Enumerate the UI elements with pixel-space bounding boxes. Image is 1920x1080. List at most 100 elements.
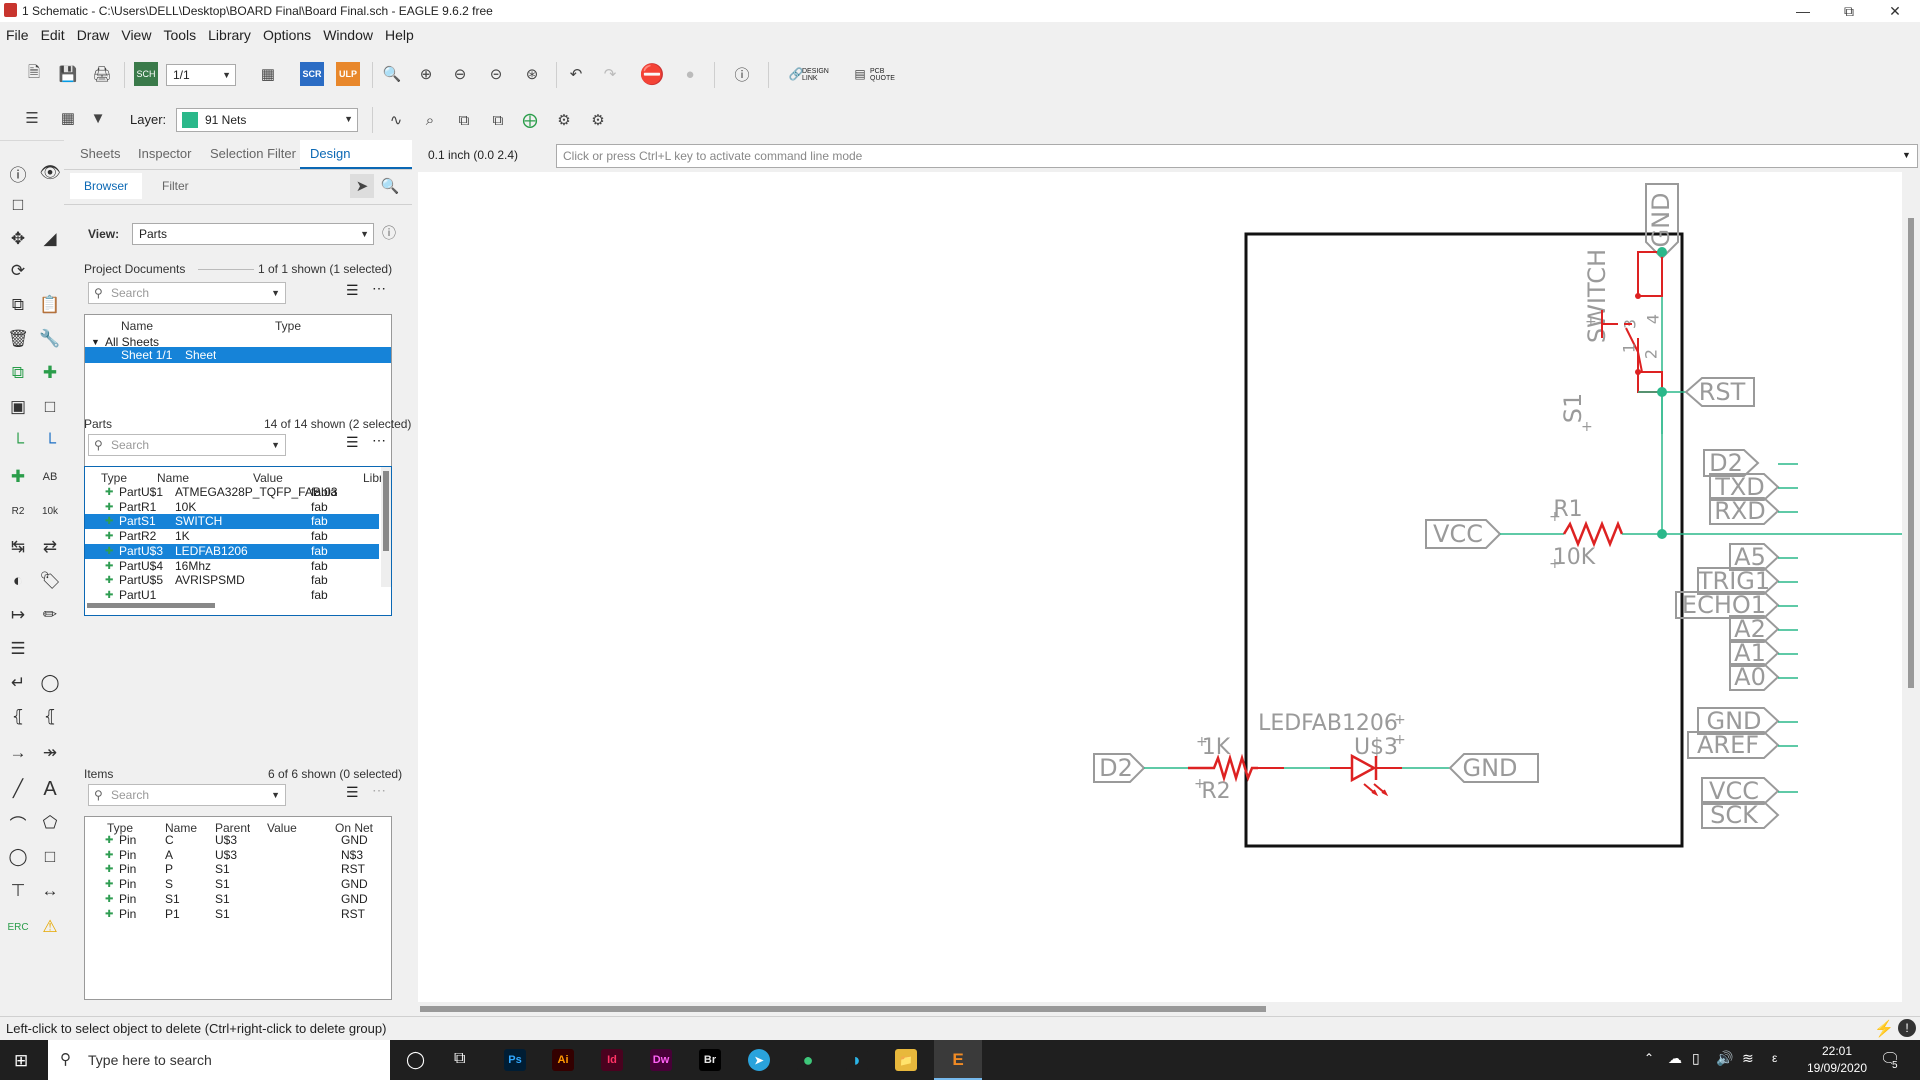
zoom-to-icon[interactable]: 🔍 xyxy=(378,174,402,198)
tab-selection-filter[interactable]: Selection Filter xyxy=(200,140,306,167)
copy-icon[interactable]: ⧉ xyxy=(5,292,31,318)
list-options-icon[interactable]: ☰ xyxy=(346,434,359,451)
language-icon[interactable]: ε xyxy=(1772,1051,1777,1065)
table-row[interactable]: ✚ Part U$4 16Mhz fab xyxy=(85,559,379,574)
warning-icon[interactable]: ⚠ xyxy=(37,914,63,940)
table-row[interactable]: ✚ Part U$3 LEDFAB1206 fab xyxy=(85,543,379,559)
move-icon[interactable]: ✥ xyxy=(5,226,31,252)
value-icon[interactable]: 10k xyxy=(37,498,63,524)
windows-start-icon[interactable]: ⊞ xyxy=(14,1051,28,1071)
a0-label[interactable]: A0 xyxy=(1734,663,1766,691)
command-history-arrow-icon[interactable]: ▼ xyxy=(1902,150,1911,160)
new-file-icon[interactable]: 🗎 xyxy=(22,62,46,86)
junction-icon[interactable]: ✚ xyxy=(5,464,31,490)
taskbar-search-box[interactable]: ⚲ Type here to search xyxy=(48,1040,390,1080)
change-icon[interactable]: ✏ xyxy=(37,602,63,628)
text-icon[interactable]: A xyxy=(37,776,63,802)
zoom-redraw-icon[interactable]: ⊝ xyxy=(484,62,508,86)
group-icon[interactable]: ⦃ xyxy=(5,704,31,730)
subtab-filter[interactable]: Filter xyxy=(148,173,203,199)
invoke-icon[interactable]: ▣ xyxy=(5,394,31,420)
name-icon[interactable]: R2 xyxy=(5,498,31,524)
lightning-icon[interactable]: ⚡ xyxy=(1874,1019,1894,1039)
clock-time[interactable]: 22:01 xyxy=(1804,1044,1870,1058)
canvas-hscroll[interactable] xyxy=(418,1002,1902,1016)
list-options-icon[interactable]: ☰ xyxy=(346,282,359,299)
items-search[interactable]: ⚲ Search ▼ xyxy=(88,784,286,806)
pinswap-icon[interactable]: ↦ xyxy=(5,602,31,628)
stop-icon[interactable]: ⛔ xyxy=(640,62,665,86)
options-gear-icon[interactable]: ⚙ xyxy=(586,108,610,132)
photoshop-icon[interactable]: Ps xyxy=(504,1049,526,1071)
view-help-icon[interactable]: ⓘ xyxy=(382,223,396,243)
vcc-left-label[interactable]: VCC xyxy=(1433,520,1483,548)
menu-options[interactable]: Options xyxy=(257,27,317,43)
replace-icon[interactable]: ✚ xyxy=(37,360,63,386)
attribute-icon[interactable]: 🏷 xyxy=(37,568,63,594)
table-row[interactable]: ✚ Part R2 1K fab xyxy=(85,529,379,544)
tab-sheets[interactable]: Sheets xyxy=(70,140,130,167)
menu-window[interactable]: Window xyxy=(317,27,379,43)
menu-library[interactable]: Library xyxy=(202,27,257,43)
frame-icon[interactable]: ⊤ xyxy=(5,878,31,904)
line-icon[interactable]: ╱ xyxy=(5,776,31,802)
pcb-quote-icon[interactable]: ▤ xyxy=(848,62,872,86)
restore-button[interactable]: ⧉ xyxy=(1826,0,1872,22)
group-select-icon[interactable]: ⧉ xyxy=(486,108,510,132)
rotate-icon[interactable]: ⟳ xyxy=(5,258,31,284)
battery-icon[interactable]: ▯ xyxy=(1692,1050,1700,1067)
led-value-label[interactable]: LEDFAB1206 xyxy=(1258,711,1398,736)
arrange-icon[interactable]: → xyxy=(5,740,31,766)
route-icon[interactable]: ↠ xyxy=(37,740,63,766)
file-explorer-icon[interactable]: 📁 xyxy=(895,1049,917,1071)
show-eye-icon[interactable]: 👁 xyxy=(37,160,63,186)
wire-bend-icon[interactable]: ∿ xyxy=(384,108,408,132)
split-icon[interactable]: ↹ xyxy=(5,534,31,560)
add-net-icon[interactable]: ⨁ xyxy=(518,108,542,132)
dimension-icon[interactable]: ◯ xyxy=(37,670,63,696)
volume-icon[interactable]: 🔊 xyxy=(1716,1050,1733,1067)
zoom-fit-icon[interactable]: 🔍 xyxy=(380,62,404,86)
ulp-icon[interactable]: ULP xyxy=(336,62,360,86)
clock-date[interactable]: 19/09/2020 xyxy=(1802,1061,1872,1075)
schematic-canvas[interactable]: GND SWITCH S1 + + 3 4 1 2 RST D2 TXD RXD… xyxy=(418,172,1902,1002)
zoom-in-icon[interactable]: ⊕ xyxy=(414,62,438,86)
table-row[interactable]: ✚ Part S1 SWITCH fab xyxy=(85,514,379,530)
d2-left-label[interactable]: D2 xyxy=(1099,754,1133,782)
redo-icon[interactable]: ↷ xyxy=(598,62,622,86)
menu-edit[interactable]: Edit xyxy=(35,27,71,43)
junction-gnd[interactable] xyxy=(1657,247,1667,257)
minimize-button[interactable]: — xyxy=(1780,0,1826,22)
edge-icon[interactable]: ◗ xyxy=(846,1049,868,1071)
menu-tools[interactable]: Tools xyxy=(157,27,202,43)
maps-pin-icon[interactable]: ● xyxy=(797,1049,819,1071)
grid-icon[interactable]: ▦ xyxy=(56,106,80,130)
layer-select[interactable]: 91 Nets ▼ xyxy=(176,108,358,132)
onedrive-icon[interactable]: ☁ xyxy=(1668,1050,1682,1067)
info-icon[interactable]: ⓘ xyxy=(5,160,31,186)
delete-icon[interactable]: 🗑 xyxy=(5,326,31,352)
rst-label[interactable]: RST xyxy=(1699,378,1746,406)
indesign-icon[interactable]: Id xyxy=(601,1049,623,1071)
bridge-icon[interactable]: Br xyxy=(699,1049,721,1071)
canvas-vscroll[interactable] xyxy=(1902,172,1920,1002)
mirror-icon[interactable]: ◢ xyxy=(37,226,63,252)
add-part-icon[interactable]: ⧉ xyxy=(5,360,31,386)
view-select[interactable]: Parts ▼ xyxy=(132,223,374,245)
table-row[interactable]: ✚ Part U$1 ATMEGA328P_TQFP_FAB.03 fabla xyxy=(85,485,379,500)
eagle-taskbar-button[interactable]: E xyxy=(934,1040,982,1080)
save-icon[interactable]: 💾 xyxy=(56,62,80,86)
help-icon[interactable]: ⓘ xyxy=(730,62,754,86)
paste-icon[interactable]: 📋 xyxy=(37,292,63,318)
sheets-icon[interactable]: ▦ xyxy=(256,62,280,86)
project-documents-search[interactable]: ⚲ Search ▼ xyxy=(88,282,286,304)
circle-icon[interactable]: ◯ xyxy=(5,844,31,870)
table-row[interactable]: ✚ Part U1 fab xyxy=(85,588,379,603)
erc-icon[interactable]: ERC xyxy=(5,914,31,940)
select-cursor-icon[interactable]: ➤ xyxy=(350,174,374,198)
table-row[interactable]: ✚ Pin S S1 GND xyxy=(85,877,391,892)
select-arrow-icon[interactable]: ⧉ xyxy=(452,108,476,132)
miter-icon[interactable]: ⌕ xyxy=(418,108,442,132)
table-row[interactable]: ✚ Pin A U$3 N$3 xyxy=(85,848,391,863)
rxd-label[interactable]: RXD xyxy=(1714,497,1766,525)
